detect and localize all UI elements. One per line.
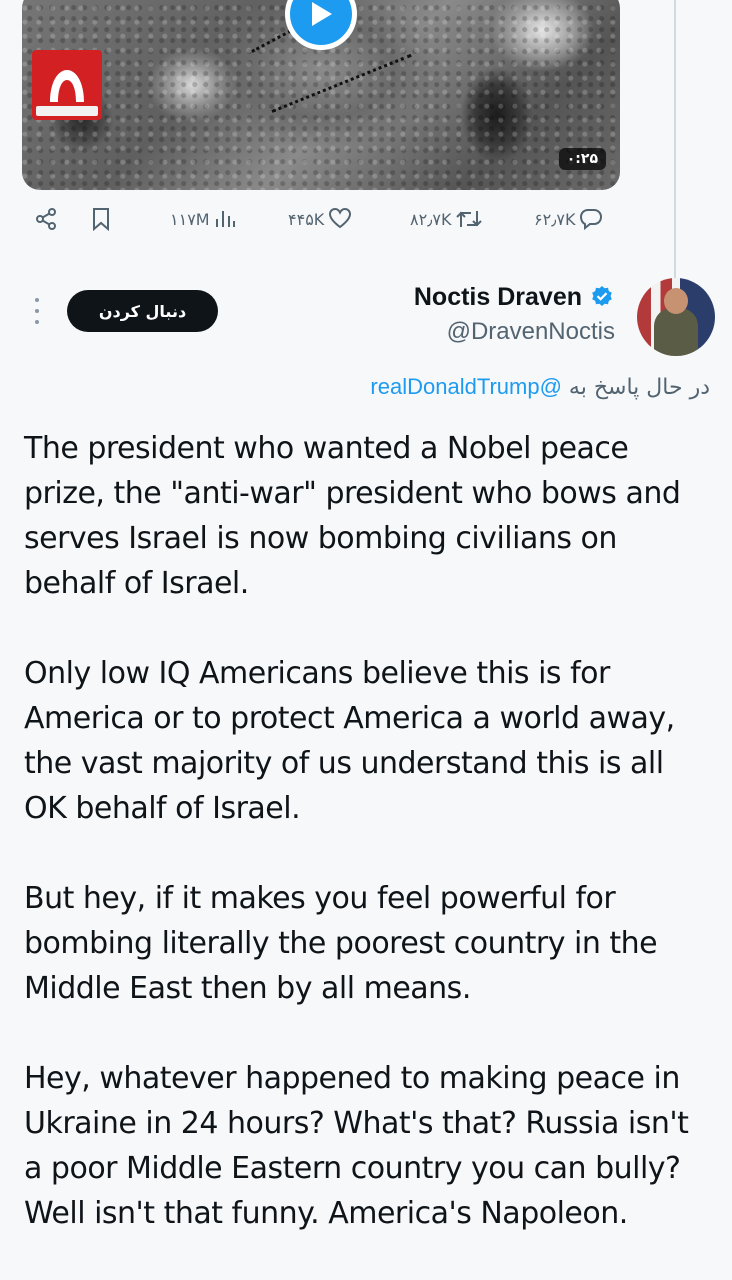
- video-duration: ۰:۲۵: [558, 148, 606, 170]
- author-avatar[interactable]: [637, 278, 715, 356]
- like-count: ۴۴۵K: [288, 209, 325, 229]
- views-button[interactable]: ۱۱۷M: [170, 207, 236, 231]
- more-icon: [35, 309, 39, 313]
- video-frame-detail: [271, 53, 412, 113]
- author-handle[interactable]: @DravenNoctis: [447, 318, 615, 346]
- tweet-paragraph: Hey, whatever happened to making peace i…: [24, 1061, 689, 1231]
- share-button[interactable]: [34, 207, 58, 231]
- play-icon: [312, 2, 332, 26]
- mention-link[interactable]: @realDonaldTrump: [370, 374, 562, 399]
- channel-logo-icon: [50, 70, 84, 102]
- tweet-paragraph: But hey, if it makes you feel powerful f…: [24, 881, 658, 1006]
- reply-count: ۶۲٫۷K: [534, 209, 576, 229]
- tweet-paragraph: The president who wanted a Nobel peace p…: [24, 431, 681, 601]
- thread-line: [674, 0, 676, 278]
- repost-count: ۸۲٫۷K: [410, 209, 452, 229]
- more-icon: [35, 298, 39, 302]
- author-name[interactable]: Noctis Draven: [414, 283, 582, 312]
- like-icon: [329, 207, 352, 229]
- replying-to-label: در حال پاسخ به: [568, 375, 710, 400]
- channel-logo-bar: [36, 106, 98, 116]
- tweet-paragraph: Only low IQ Americans believe this is fo…: [24, 656, 675, 826]
- bookmark-icon: [93, 208, 109, 231]
- more-options-button[interactable]: [30, 296, 44, 326]
- verified-icon: [592, 286, 612, 306]
- bookmark-button[interactable]: [90, 207, 112, 231]
- more-icon: [35, 320, 39, 324]
- reply-icon: [580, 209, 603, 231]
- avatar-figure: [664, 288, 688, 314]
- follow-button[interactable]: دنبال کردن: [67, 290, 218, 332]
- avatar-figure: [654, 308, 698, 356]
- tweet-action-bar: ۱۱۷M ۴۴۵K ۸۲٫۷K ۶۲٫۷K: [30, 207, 630, 239]
- repost-icon: [456, 211, 483, 227]
- share-icon: [36, 208, 56, 230]
- channel-logo: [32, 50, 102, 120]
- views-count: ۱۱۷M: [170, 209, 210, 229]
- views-icon: [215, 211, 235, 227]
- like-button[interactable]: ۴۴۵K: [288, 207, 352, 231]
- tweet-text: The president who wanted a Nobel peace p…: [24, 426, 714, 1280]
- repost-button[interactable]: ۸۲٫۷K: [410, 207, 483, 231]
- reply-button[interactable]: ۶۲٫۷K: [534, 207, 603, 231]
- replying-to: در حال پاسخ به @realDonaldTrump: [370, 374, 710, 400]
